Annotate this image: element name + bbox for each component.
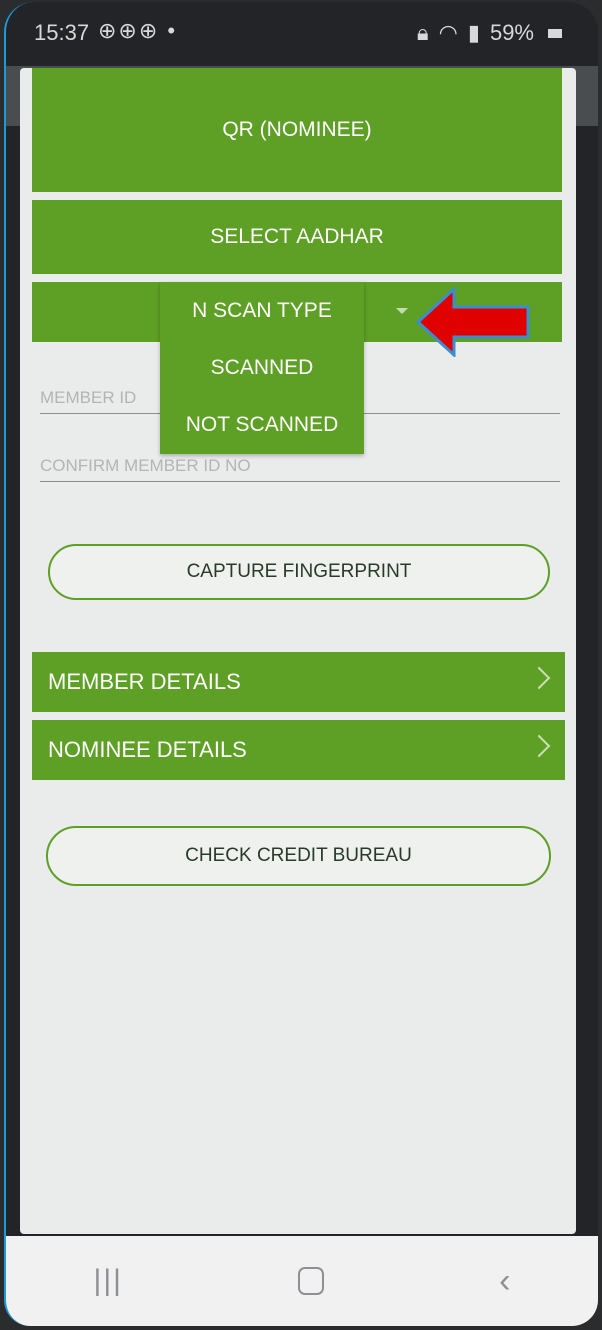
wifi-icon: ◠ [438, 20, 458, 45]
status-right: 🔒︎ ◠ ▮ 59% [417, 20, 562, 46]
signal-icon: ▮ [467, 20, 480, 45]
phone-frame: 15:37 ⊕⊕⊕ • 🔒︎ ◠ ▮ 59% QR (NOMINEE) SELE… [4, 2, 598, 1326]
status-time: 15:37 [34, 20, 90, 45]
chevron-right-icon [527, 734, 551, 758]
qr-nominee-button[interactable]: QR (NOMINEE) [32, 68, 562, 192]
system-nav-bar: ||| ‹ [6, 1236, 598, 1326]
battery-icon [548, 28, 562, 38]
select-aadhar-button[interactable]: SELECT AADHAR [32, 200, 562, 274]
back-icon[interactable]: ‹ [499, 1262, 510, 1301]
capture-fingerprint-button[interactable]: CAPTURE FINGERPRINT [48, 544, 550, 600]
battery-percent: 59% [489, 20, 534, 45]
confirm-member-id-input[interactable]: CONFIRM MEMBER ID NO [40, 456, 560, 482]
recents-icon[interactable]: ||| [94, 1264, 123, 1298]
scan-type-dropdown: N SCAN TYPE SCANNED NOT SCANNED [160, 282, 364, 454]
dropdown-option-not-scanned[interactable]: NOT SCANNED [160, 396, 364, 453]
nominee-details-label: NOMINEE DETAILS [48, 737, 247, 762]
check-credit-bureau-button[interactable]: CHECK CREDIT BUREAU [46, 826, 551, 886]
notification-icons: ⊕⊕⊕ • [98, 18, 178, 43]
status-bar: 15:37 ⊕⊕⊕ • 🔒︎ ◠ ▮ 59% [6, 2, 598, 66]
member-details-label: MEMBER DETAILS [48, 669, 241, 694]
app-screen: QR (NOMINEE) SELECT AADHAR MEMBER ID CON… [20, 68, 576, 1234]
red-arrow-annotation [416, 287, 530, 357]
nominee-details-row[interactable]: NOMINEE DETAILS [32, 720, 565, 780]
member-details-row[interactable]: MEMBER DETAILS [32, 652, 565, 712]
dropdown-option-scanned[interactable]: SCANNED [160, 339, 364, 396]
home-icon[interactable] [298, 1267, 325, 1295]
chevron-right-icon [527, 666, 551, 690]
dropdown-arrow-icon[interactable] [396, 308, 408, 314]
lock-icon: 🔒︎ [416, 20, 429, 45]
dropdown-option-scan-type[interactable]: N SCAN TYPE [160, 282, 364, 339]
